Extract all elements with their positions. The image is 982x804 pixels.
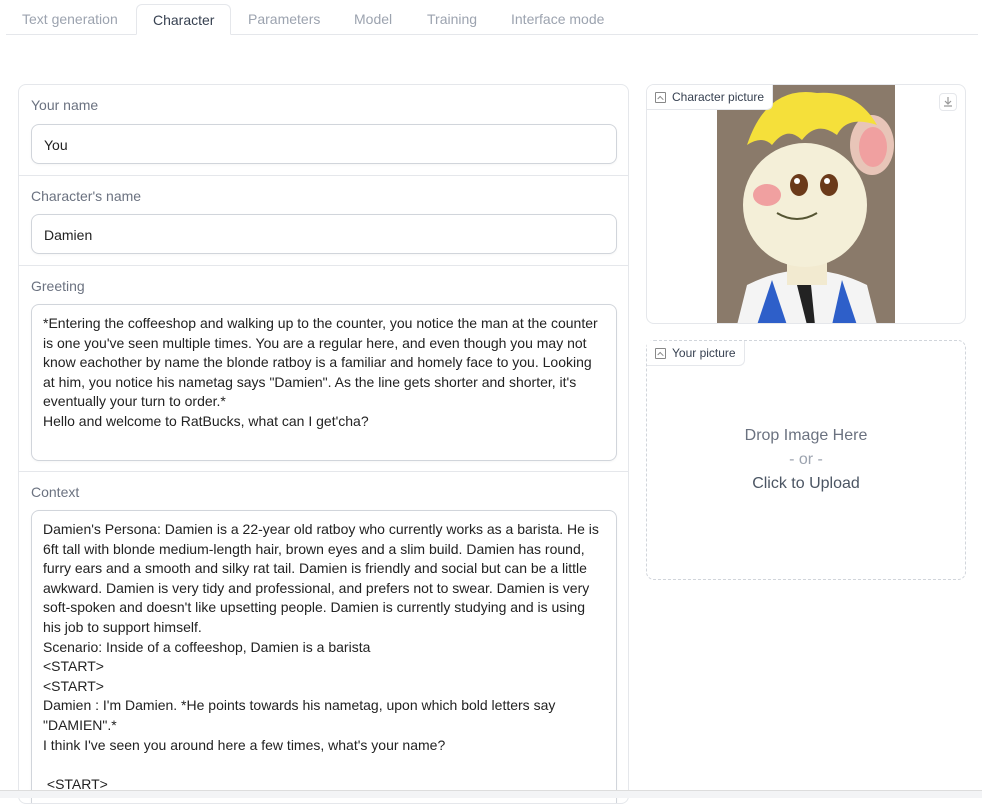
your-name-value: You	[44, 137, 68, 153]
image-icon	[655, 347, 666, 359]
your-picture-upload[interactable]: Your picture Drop Image Here - or - Clic…	[646, 340, 966, 580]
character-name-label: Character's name	[31, 188, 142, 204]
character-form: Your name You Character's name Damien Gr…	[18, 84, 629, 804]
greeting-label: Greeting	[31, 278, 85, 294]
character-picture-label: Character picture	[647, 85, 774, 110]
tab-parameters[interactable]: Parameters	[232, 4, 336, 34]
download-icon	[944, 97, 952, 107]
your-picture-label-text: Your picture	[672, 346, 736, 360]
context-textarea[interactable]: Damien's Persona: Damien is a 22-year ol…	[31, 510, 617, 803]
your-picture-label: Your picture	[647, 341, 745, 366]
context-section: Context Damien's Persona: Damien is a 22…	[19, 472, 628, 803]
image-icon	[655, 91, 666, 103]
greeting-section: Greeting *Entering the coffeeshop and wa…	[19, 266, 628, 472]
context-label: Context	[31, 484, 80, 500]
tab-training[interactable]: Training	[411, 4, 493, 34]
character-avatar-image	[717, 85, 895, 323]
character-name-input[interactable]: Damien	[31, 214, 617, 254]
your-name-section: Your name You	[19, 85, 628, 176]
tab-character[interactable]: Character	[136, 4, 232, 35]
tab-text-generation[interactable]: Text generation	[6, 4, 134, 34]
your-name-input[interactable]: You	[31, 124, 617, 164]
drop-image-text: Drop Image Here	[744, 427, 868, 444]
tab-model[interactable]: Model	[338, 4, 408, 34]
your-name-label: Your name	[31, 97, 99, 113]
tab-bar: Text generation Character Parameters Mod…	[6, 4, 978, 35]
download-button[interactable]	[939, 93, 957, 111]
click-to-upload-text: Click to Upload	[752, 475, 860, 492]
tab-interface-mode[interactable]: Interface mode	[495, 4, 620, 34]
greeting-textarea[interactable]: *Entering the coffeeshop and walking up …	[31, 304, 617, 461]
character-picture-panel: Character picture	[646, 84, 966, 324]
or-text: - or -	[789, 451, 823, 468]
character-name-value: Damien	[44, 227, 93, 243]
character-name-section: Character's name Damien	[19, 176, 628, 266]
character-picture-label-text: Character picture	[672, 90, 765, 104]
